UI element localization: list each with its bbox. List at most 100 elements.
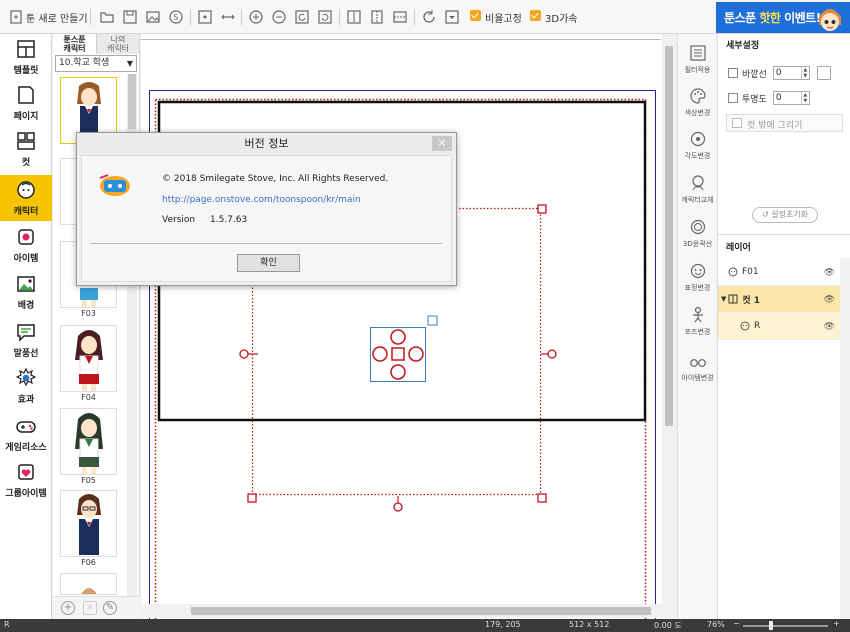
refresh-icon[interactable] (420, 8, 438, 26)
tool-color[interactable]: 색상변경 (678, 83, 717, 129)
width-fit-icon[interactable] (219, 8, 237, 26)
layer-row[interactable]: F01 👁 (718, 259, 841, 286)
character-thumb[interactable] (60, 408, 117, 475)
nav-effect[interactable]: 효과 (0, 363, 52, 409)
outline-spinner[interactable]: 0 ▲ ▼ (772, 66, 810, 80)
nav-speech-bubble[interactable]: 말풍선 (0, 317, 52, 363)
gamepad-icon (16, 421, 36, 433)
left-nav: 템플릿 페이지 컷 캐릭터 아이템 배경 말풍선 효과 게임리소스 그룹아이템 (0, 34, 52, 619)
tab-toonspoon-character[interactable]: 툰스푼 캐릭터 (53, 34, 96, 54)
zoom-slider-handle[interactable] (769, 621, 773, 630)
ok-button[interactable]: 확인 (237, 254, 300, 272)
status-coords: 179, 205 (485, 620, 521, 629)
zoom-in-icon[interactable] (247, 8, 265, 26)
tool-filter[interactable]: 필터적용 (678, 40, 717, 86)
tab-my-character[interactable]: 나의 캐릭터 (96, 34, 139, 54)
glasses-icon (689, 359, 706, 367)
character-label: F04 (81, 393, 96, 402)
outline-checkbox[interactable] (728, 68, 738, 78)
save-icon[interactable] (121, 8, 139, 26)
fit-icon[interactable] (196, 8, 214, 26)
canvas-vertical-scrollbar[interactable] (662, 34, 676, 606)
nav-background[interactable]: 배경 (0, 269, 52, 315)
rotate-left-icon[interactable] (293, 8, 311, 26)
corner-handle-br (537, 493, 547, 503)
copyright-text: © 2018 Smilegate Stove, Inc. All Rights … (162, 174, 389, 184)
publish-icon[interactable]: S (167, 8, 185, 26)
tool-3d-outline[interactable]: 3D윤곽선 (678, 214, 717, 260)
ratio-lock-checkbox[interactable] (470, 10, 481, 24)
outline-color-swatch[interactable] (816, 66, 831, 80)
corner-handle-tr (537, 204, 547, 214)
draw-outside-checkbox[interactable] (732, 118, 742, 128)
nav-template[interactable]: 템플릿 (0, 34, 52, 80)
nav-game-resource[interactable]: 게임리소스 (0, 411, 52, 457)
tool-character-swap[interactable]: 캐릭터교체 (678, 170, 717, 216)
resize-handle-right (547, 349, 557, 359)
expand-triangle-icon[interactable]: ▼ (721, 295, 726, 303)
homepage-link[interactable]: http://page.onstove.com/toonspoon/kr/mai… (162, 195, 361, 205)
template-icon (17, 40, 35, 58)
character-label: F06 (81, 558, 96, 567)
nav-page[interactable]: 페이지 (0, 80, 52, 126)
horizontal-split-icon[interactable] (391, 8, 409, 26)
tool-item-change[interactable]: 아이템변경 (678, 348, 717, 394)
character-thumb[interactable] (60, 490, 117, 557)
canvas-horizontal-scrollbar[interactable] (141, 604, 676, 618)
accel-3d-checkbox[interactable] (530, 10, 541, 24)
export-image-icon[interactable] (144, 8, 162, 26)
dropdown-menu-icon[interactable] (443, 8, 461, 26)
zoom-out-icon[interactable] (270, 8, 288, 26)
vertical-split-icon[interactable] (368, 8, 386, 26)
ratio-lock-check-icon[interactable] (470, 10, 481, 21)
detail-title: 세부설정 (726, 41, 760, 51)
tool-expression[interactable]: 표정변경 (678, 258, 717, 304)
speech-bubble-icon (17, 324, 35, 342)
eye-icon[interactable]: 👁 (824, 295, 835, 305)
new-toon-label[interactable]: 툰 새로 만들기 (26, 10, 88, 25)
editor-canvas[interactable] (141, 34, 676, 632)
nav-cut[interactable]: 컷 (0, 126, 52, 172)
zoom-out-button[interactable]: − (733, 619, 740, 628)
angle-icon (690, 131, 705, 147)
delete-icon[interactable]: × (83, 601, 97, 615)
new-toon-icon[interactable] (7, 8, 25, 26)
tool-pose[interactable]: 포즈변경 (678, 302, 717, 348)
add-icon[interactable]: + (61, 601, 75, 615)
character-f05-image (75, 413, 103, 474)
character-thumb[interactable] (60, 325, 117, 392)
nav-character[interactable]: 캐릭터 (0, 175, 52, 221)
expression-icon (690, 263, 705, 279)
layers-panel: 레이어 F01 👁 ▼ 컷 1 👁 R 👁 (717, 234, 850, 619)
layers-scrollbar[interactable] (840, 258, 850, 618)
nav-label: 배경 (17, 301, 35, 311)
opacity-checkbox[interactable] (728, 93, 738, 103)
eye-icon[interactable]: 👁 (824, 268, 835, 278)
eye-icon[interactable]: 👁 (824, 322, 835, 332)
close-icon[interactable]: × (432, 136, 452, 151)
draw-outside-row: 컷 밖에 그리기 (726, 114, 843, 132)
category-select[interactable]: 10.학교 학생 ▼ (55, 55, 137, 72)
cut-layer-icon (728, 294, 738, 304)
opacity-spinner[interactable]: 0 ▲ ▼ (772, 91, 810, 105)
zoom-in-button[interactable]: + (833, 619, 840, 628)
version-label: Version (162, 215, 196, 225)
nav-label: 효과 (17, 395, 35, 405)
event-banner[interactable]: 툰스푼 핫한 이벤트! (716, 2, 850, 33)
flip-icon[interactable] (345, 8, 363, 26)
corner-handle-bl (247, 493, 257, 503)
open-folder-icon[interactable] (98, 8, 116, 26)
page-icon (18, 86, 34, 104)
edit-pencil-icon[interactable]: ✎ (103, 601, 117, 615)
reset-settings-button[interactable]: ↺ 설정초기화 (752, 207, 818, 223)
opacity-row: 투명도 0 ▲ ▼ (728, 91, 810, 105)
rotate-right-icon[interactable] (316, 8, 334, 26)
zoom-slider[interactable] (743, 625, 828, 627)
tool-angle[interactable]: 각도변경 (678, 126, 717, 172)
nav-item[interactable]: 아이템 (0, 222, 52, 268)
nav-group-item[interactable]: 그룹아이템 (0, 457, 52, 503)
layer-row[interactable]: R 👁 (718, 313, 841, 340)
accel-3d-check-icon[interactable] (530, 10, 541, 21)
layer-row-selected[interactable]: ▼ 컷 1 👁 (718, 286, 841, 313)
character-thumb[interactable] (60, 573, 117, 595)
